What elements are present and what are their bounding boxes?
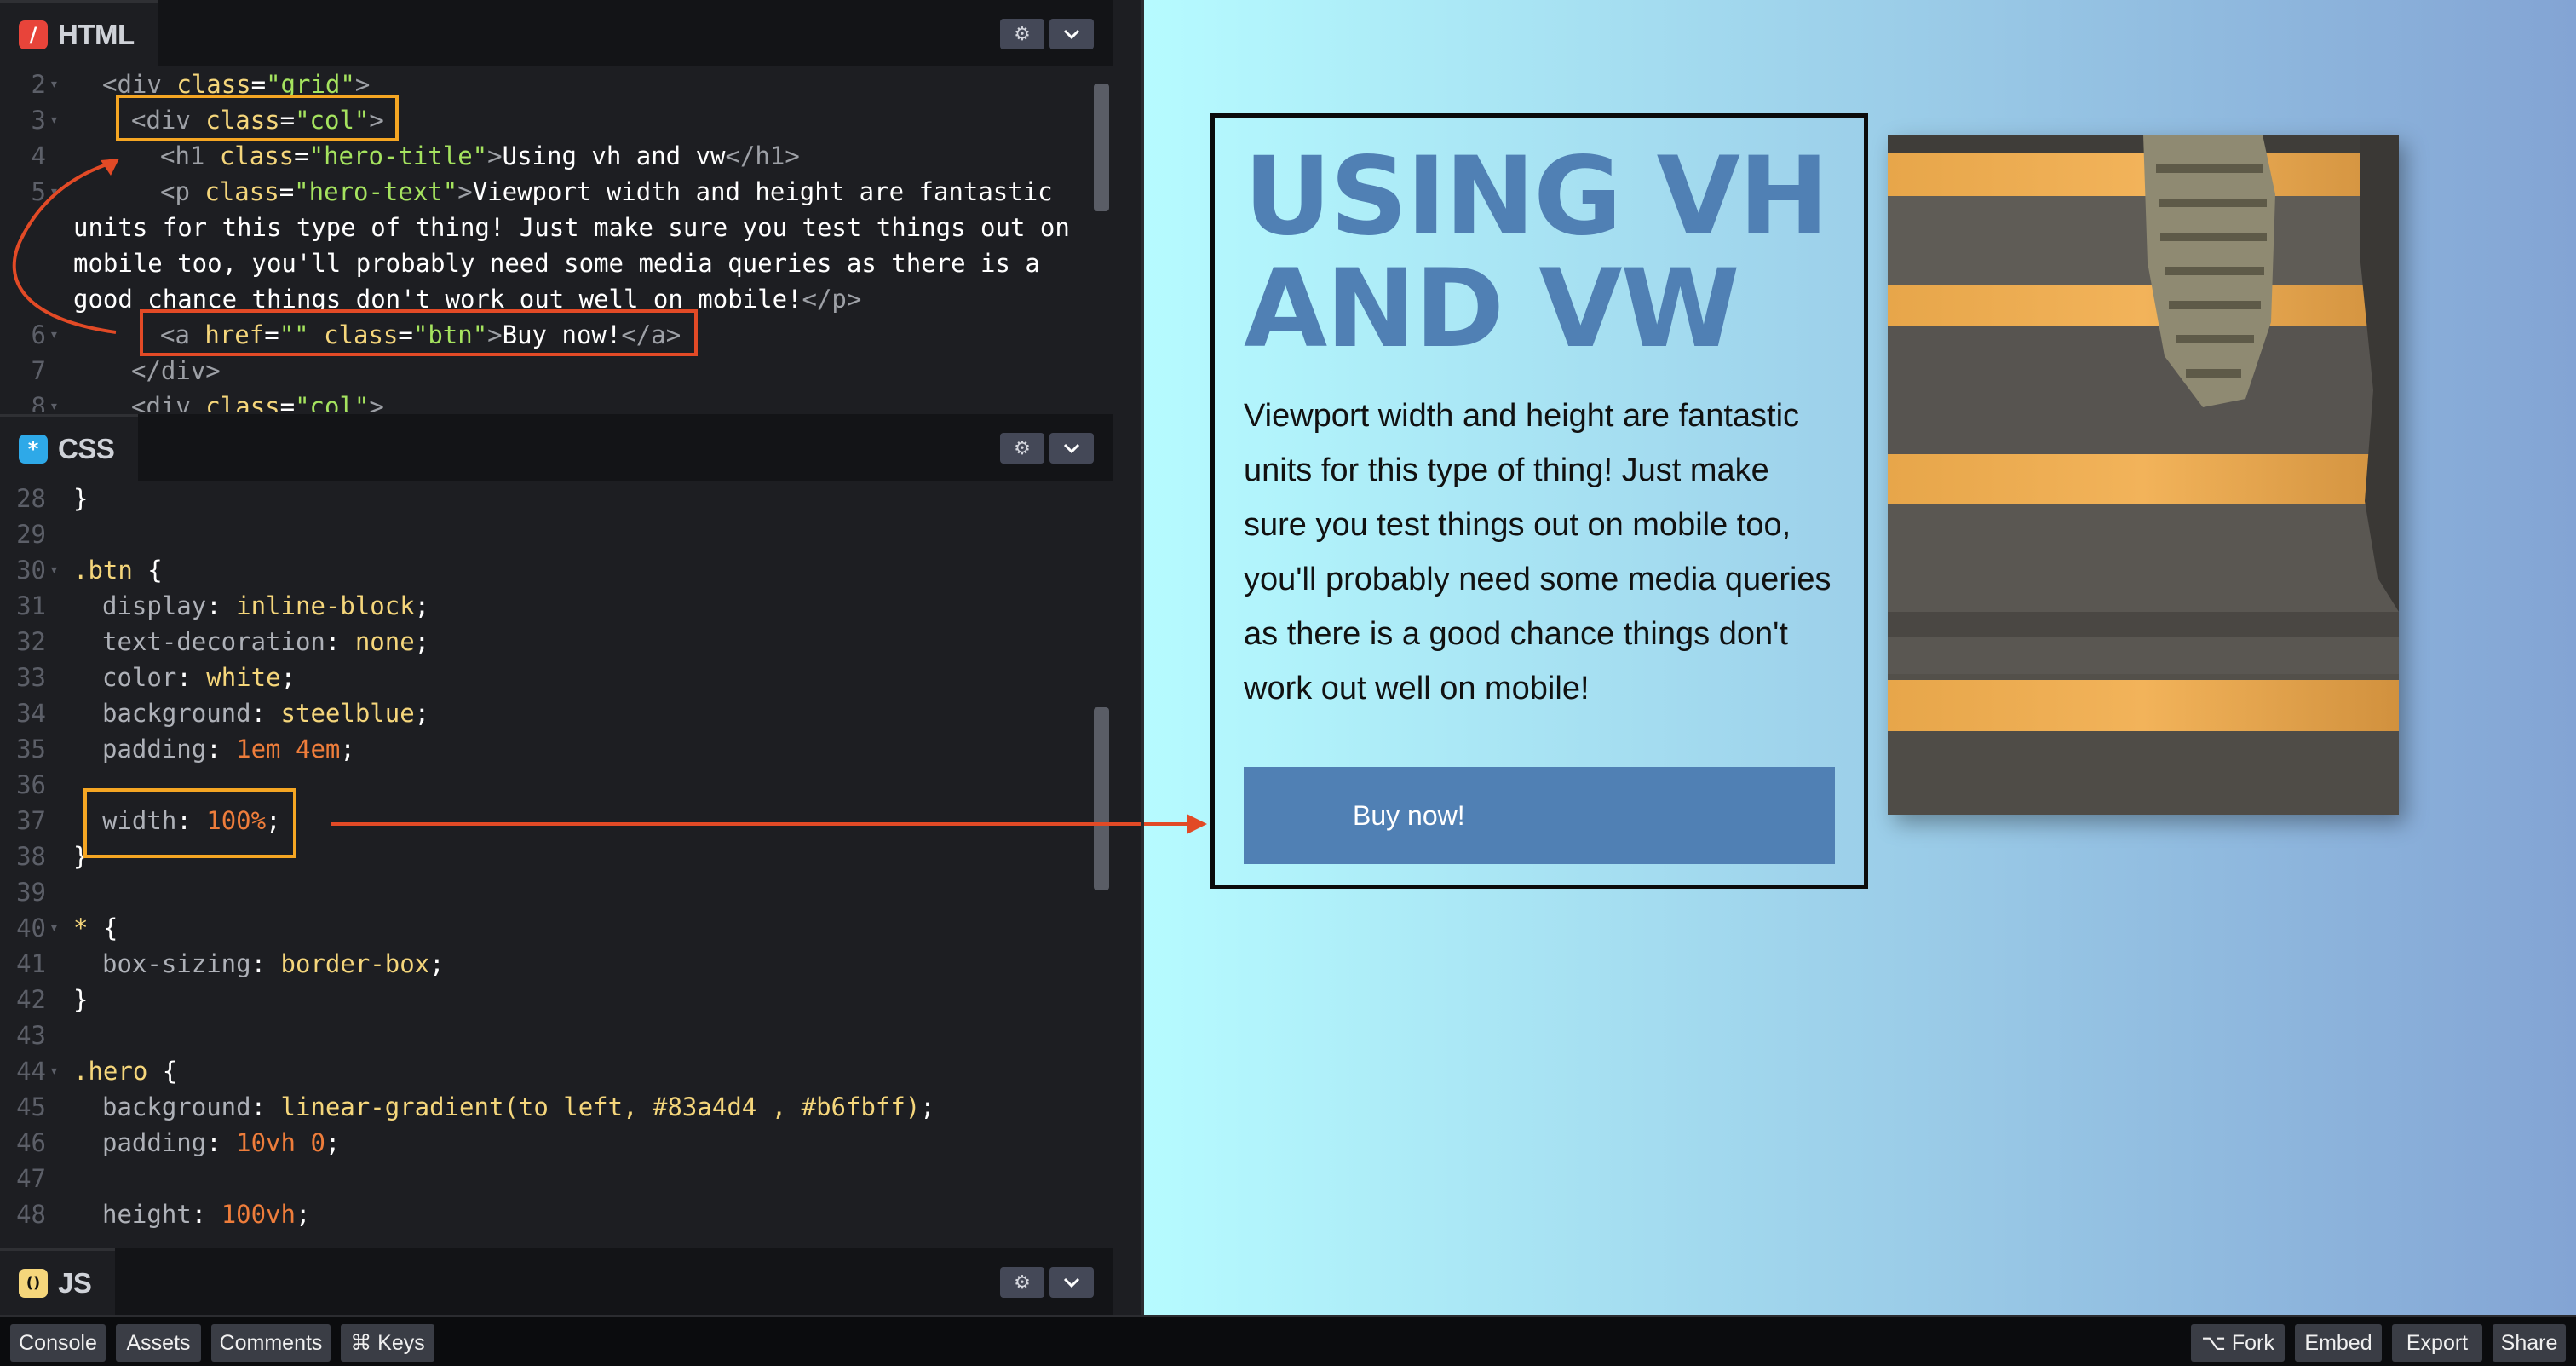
property-token: background <box>102 1092 251 1121</box>
fold-arrow-icon[interactable]: ▾ <box>49 1053 59 1089</box>
property-token: height <box>102 1200 192 1229</box>
console-button[interactable]: Console <box>10 1324 106 1362</box>
code-text: background: linear-gradient(to left, #83… <box>102 1092 935 1121</box>
line-number: 48 <box>16 1200 46 1229</box>
code-text: } <box>73 982 88 1017</box>
selector-token: .hero <box>73 1057 148 1086</box>
line-number: 42 <box>16 985 46 1014</box>
preview-pane: USING VH AND VW Viewport width and heigh… <box>1141 0 2576 1315</box>
line-number: 46 <box>16 1128 46 1157</box>
code-text: height: 100vh; <box>102 1200 311 1229</box>
code-line: 41 box-sizing: border-box; <box>0 946 1099 982</box>
js-panel-header: () JS ⚙ <box>0 1248 1113 1315</box>
comments-button[interactable]: Comments <box>211 1324 331 1362</box>
number-token: 10vh 0 <box>236 1128 325 1157</box>
brace-token: { <box>147 1057 178 1086</box>
line-number: 41 <box>16 949 46 978</box>
embed-button[interactable]: Embed <box>2295 1324 2382 1362</box>
code-line: 47 <box>0 1161 1099 1196</box>
code-text: padding: 10vh 0; <box>102 1128 341 1157</box>
line-number: 47 <box>16 1164 46 1193</box>
brace-token: } <box>73 985 89 1014</box>
js-panel-title: JS <box>58 1266 92 1299</box>
code-text: box-sizing: border-box; <box>102 949 445 978</box>
js-icon: () <box>19 1268 48 1298</box>
code-text: .hero { <box>73 1053 177 1089</box>
line-number: 44 <box>16 1057 46 1086</box>
code-line: 45 background: linear-gradient(to left, #… <box>0 1089 1099 1125</box>
property-token: padding <box>102 1128 207 1157</box>
annotation-arrow-preview <box>1144 814 1207 834</box>
fork-button[interactable]: ⌥ Fork <box>2191 1324 2285 1362</box>
chevron-down-icon[interactable] <box>1049 1267 1094 1298</box>
code-line: 44 ▾ .hero { <box>0 1053 1099 1089</box>
js-panel-tab[interactable]: () JS <box>0 1248 116 1315</box>
export-button[interactable]: Export <box>2392 1324 2482 1362</box>
code-line: 42} <box>0 982 1099 1017</box>
number-token: 100vh <box>221 1200 296 1229</box>
value-token: linear-gradient(to left, #83a4d4 , #b6fb… <box>280 1092 921 1121</box>
code-line: 48 height: 100vh; <box>0 1196 1099 1232</box>
share-button[interactable]: Share <box>2493 1324 2566 1362</box>
line-number: 45 <box>16 1092 46 1121</box>
gear-icon[interactable]: ⚙ <box>1000 1267 1044 1298</box>
code-line: 46 padding: 10vh 0; <box>0 1125 1099 1161</box>
code-line: 43 <box>0 1017 1099 1053</box>
value-token: border-box <box>280 949 430 978</box>
property-token: box-sizing <box>102 949 251 978</box>
bottom-bar: Console Assets Comments ⌘ Keys ⌥ Fork Em… <box>0 1315 2576 1366</box>
line-number: 43 <box>16 1021 46 1050</box>
keys-button[interactable]: ⌘ Keys <box>341 1324 434 1362</box>
annotation-arrows <box>12 159 1141 826</box>
assets-button[interactable]: Assets <box>116 1324 201 1362</box>
